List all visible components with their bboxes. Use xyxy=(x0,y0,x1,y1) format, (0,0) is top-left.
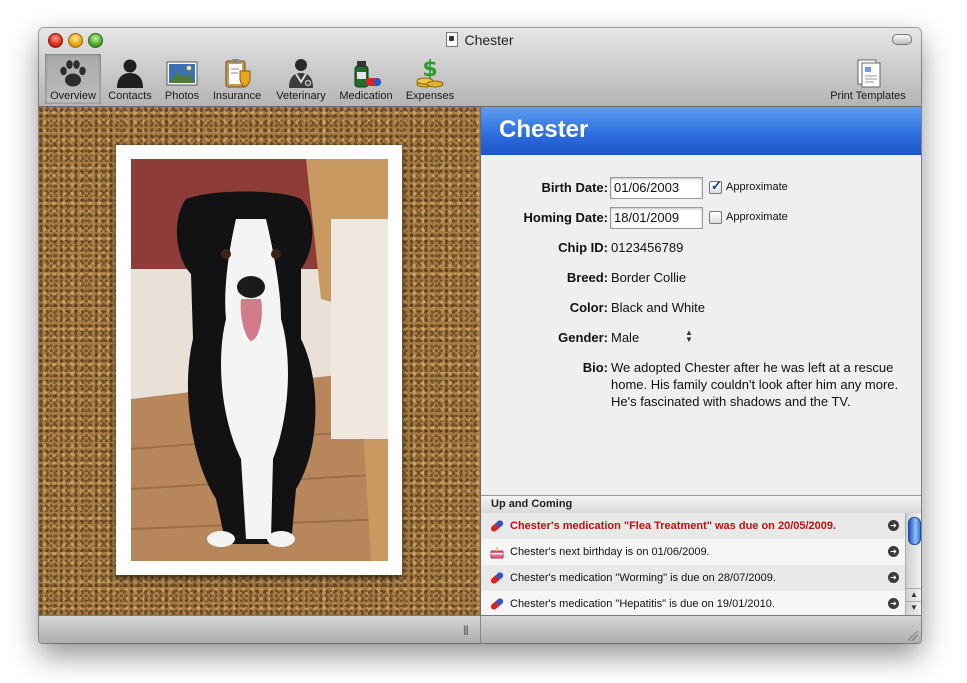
upcoming-header: Up and Coming xyxy=(481,495,921,514)
money-icon: $ xyxy=(416,57,444,88)
list-item[interactable]: Chester's next birthday is on 01/06/2009… xyxy=(481,539,905,565)
checkmark-icon: ✓ xyxy=(711,178,722,193)
split-grip-icon[interactable]: ||| xyxy=(463,625,469,636)
toolbar-label: Contacts xyxy=(108,90,152,102)
vet-icon xyxy=(289,59,313,88)
bio-text[interactable]: We adopted Chester after he was left at … xyxy=(611,359,901,410)
toolbar-label: Photos xyxy=(164,90,200,102)
print-templates-icon xyxy=(857,59,881,88)
gender-label: Gender: xyxy=(558,330,608,345)
toolbar-photos[interactable]: Photos xyxy=(159,54,205,104)
pet-details-panel: Chester Birth Date: 01/06/2003 ✓ Approxi… xyxy=(481,107,921,494)
pet-photo xyxy=(131,159,388,561)
gender-select[interactable]: Male xyxy=(611,330,639,345)
corkboard-panel xyxy=(39,107,481,615)
toolbar-label: Veterinary xyxy=(276,90,326,102)
breed-label: Breed: xyxy=(566,270,608,285)
pill-icon xyxy=(490,598,504,610)
go-arrow-icon[interactable]: ➜ xyxy=(888,572,899,583)
upcoming-scrollbar[interactable]: ▲ ▼ xyxy=(905,513,921,615)
split-divider[interactable] xyxy=(480,616,481,643)
homing-date-field[interactable]: 18/01/2009 xyxy=(610,207,703,229)
upcoming-text: Chester's medication "Worming" is due on… xyxy=(510,572,776,584)
upcoming-text: Chester's medication "Flea Treatment" wa… xyxy=(510,520,837,532)
upcoming-text: Chester's medication "Hepatitis" is due … xyxy=(510,598,775,610)
homing-approximate-checkbox[interactable] xyxy=(709,211,722,224)
toolbar-label: Overview xyxy=(50,90,96,102)
document-icon xyxy=(446,32,459,47)
upcoming-text: Chester's next birthday is on 01/06/2009… xyxy=(510,546,710,558)
toolbar-overview[interactable]: Overview xyxy=(45,54,101,104)
pet-photo-frame[interactable] xyxy=(116,145,402,575)
go-arrow-icon[interactable]: ➜ xyxy=(888,520,899,531)
toolbar-label: Insurance xyxy=(212,90,262,102)
go-arrow-icon[interactable]: ➜ xyxy=(888,546,899,557)
list-item[interactable]: Chester's medication "Hepatitis" is due … xyxy=(481,591,905,617)
birth-approximate-checkbox[interactable]: ✓ xyxy=(709,178,722,194)
svg-text:$: $ xyxy=(422,57,437,82)
color-value[interactable]: Black and White xyxy=(611,300,705,315)
list-item[interactable]: Chester's medication "Flea Treatment" wa… xyxy=(481,513,905,539)
paw-icon xyxy=(60,60,86,87)
toolbar-contacts[interactable]: Contacts xyxy=(103,54,157,104)
medication-icon xyxy=(354,61,381,88)
pill-icon xyxy=(490,520,504,532)
birth-approximate-label: Approximate xyxy=(726,181,788,193)
scroll-up-arrow-icon[interactable]: ▲ xyxy=(906,588,921,601)
status-bar: ||| xyxy=(39,615,921,643)
upcoming-title: Up and Coming xyxy=(491,498,573,510)
pet-name-title: Chester xyxy=(499,116,589,143)
person-icon xyxy=(117,59,143,88)
toolbar-toggle-button[interactable] xyxy=(892,34,912,45)
chip-id-value[interactable]: 0123456789 xyxy=(611,240,683,255)
toolbar-insurance[interactable]: Insurance xyxy=(207,54,267,104)
color-label: Color: xyxy=(569,300,608,315)
toolbar-label: Medication xyxy=(339,90,393,102)
toolbar-print-templates[interactable]: Print Templates xyxy=(821,54,915,104)
scroll-thumb[interactable] xyxy=(908,517,921,545)
breed-value[interactable]: Border Collie xyxy=(611,270,686,285)
toolbar-label: Expenses xyxy=(405,90,455,102)
insurance-icon xyxy=(225,59,251,88)
photo-icon xyxy=(166,61,198,86)
title-bar: Chester Overview Contacts Photos Insuran… xyxy=(39,28,921,107)
homing-date-label: Homing Date: xyxy=(523,210,609,225)
list-item[interactable]: Chester's medication "Worming" is due on… xyxy=(481,565,905,591)
toolbar-expenses[interactable]: $ Expenses xyxy=(399,54,461,104)
cake-icon xyxy=(490,547,504,559)
bio-label: Bio: xyxy=(582,360,608,375)
toolbar-label: Print Templates xyxy=(830,90,906,102)
window-title: Chester xyxy=(39,32,921,48)
pet-name-header: Chester xyxy=(481,107,921,155)
gender-popup-arrows-icon[interactable]: ▲ ▼ xyxy=(685,329,693,344)
window-title-text: Chester xyxy=(464,32,514,48)
pill-icon xyxy=(490,572,504,584)
birth-date-label: Birth Date: xyxy=(541,180,608,195)
resize-grip-icon[interactable] xyxy=(908,631,918,641)
birth-date-field[interactable]: 01/06/2003 xyxy=(610,177,703,199)
chip-id-label: Chip ID: xyxy=(558,240,608,255)
app-window: Chester Overview Contacts Photos Insuran… xyxy=(39,28,921,643)
scroll-down-arrow-icon[interactable]: ▼ xyxy=(906,601,921,614)
upcoming-list: Chester's medication "Flea Treatment" wa… xyxy=(481,513,905,617)
go-arrow-icon[interactable]: ➜ xyxy=(888,598,899,609)
homing-approximate-label: Approximate xyxy=(726,211,788,223)
toolbar-medication[interactable]: Medication xyxy=(335,54,397,104)
toolbar-veterinary[interactable]: Veterinary xyxy=(269,54,333,104)
